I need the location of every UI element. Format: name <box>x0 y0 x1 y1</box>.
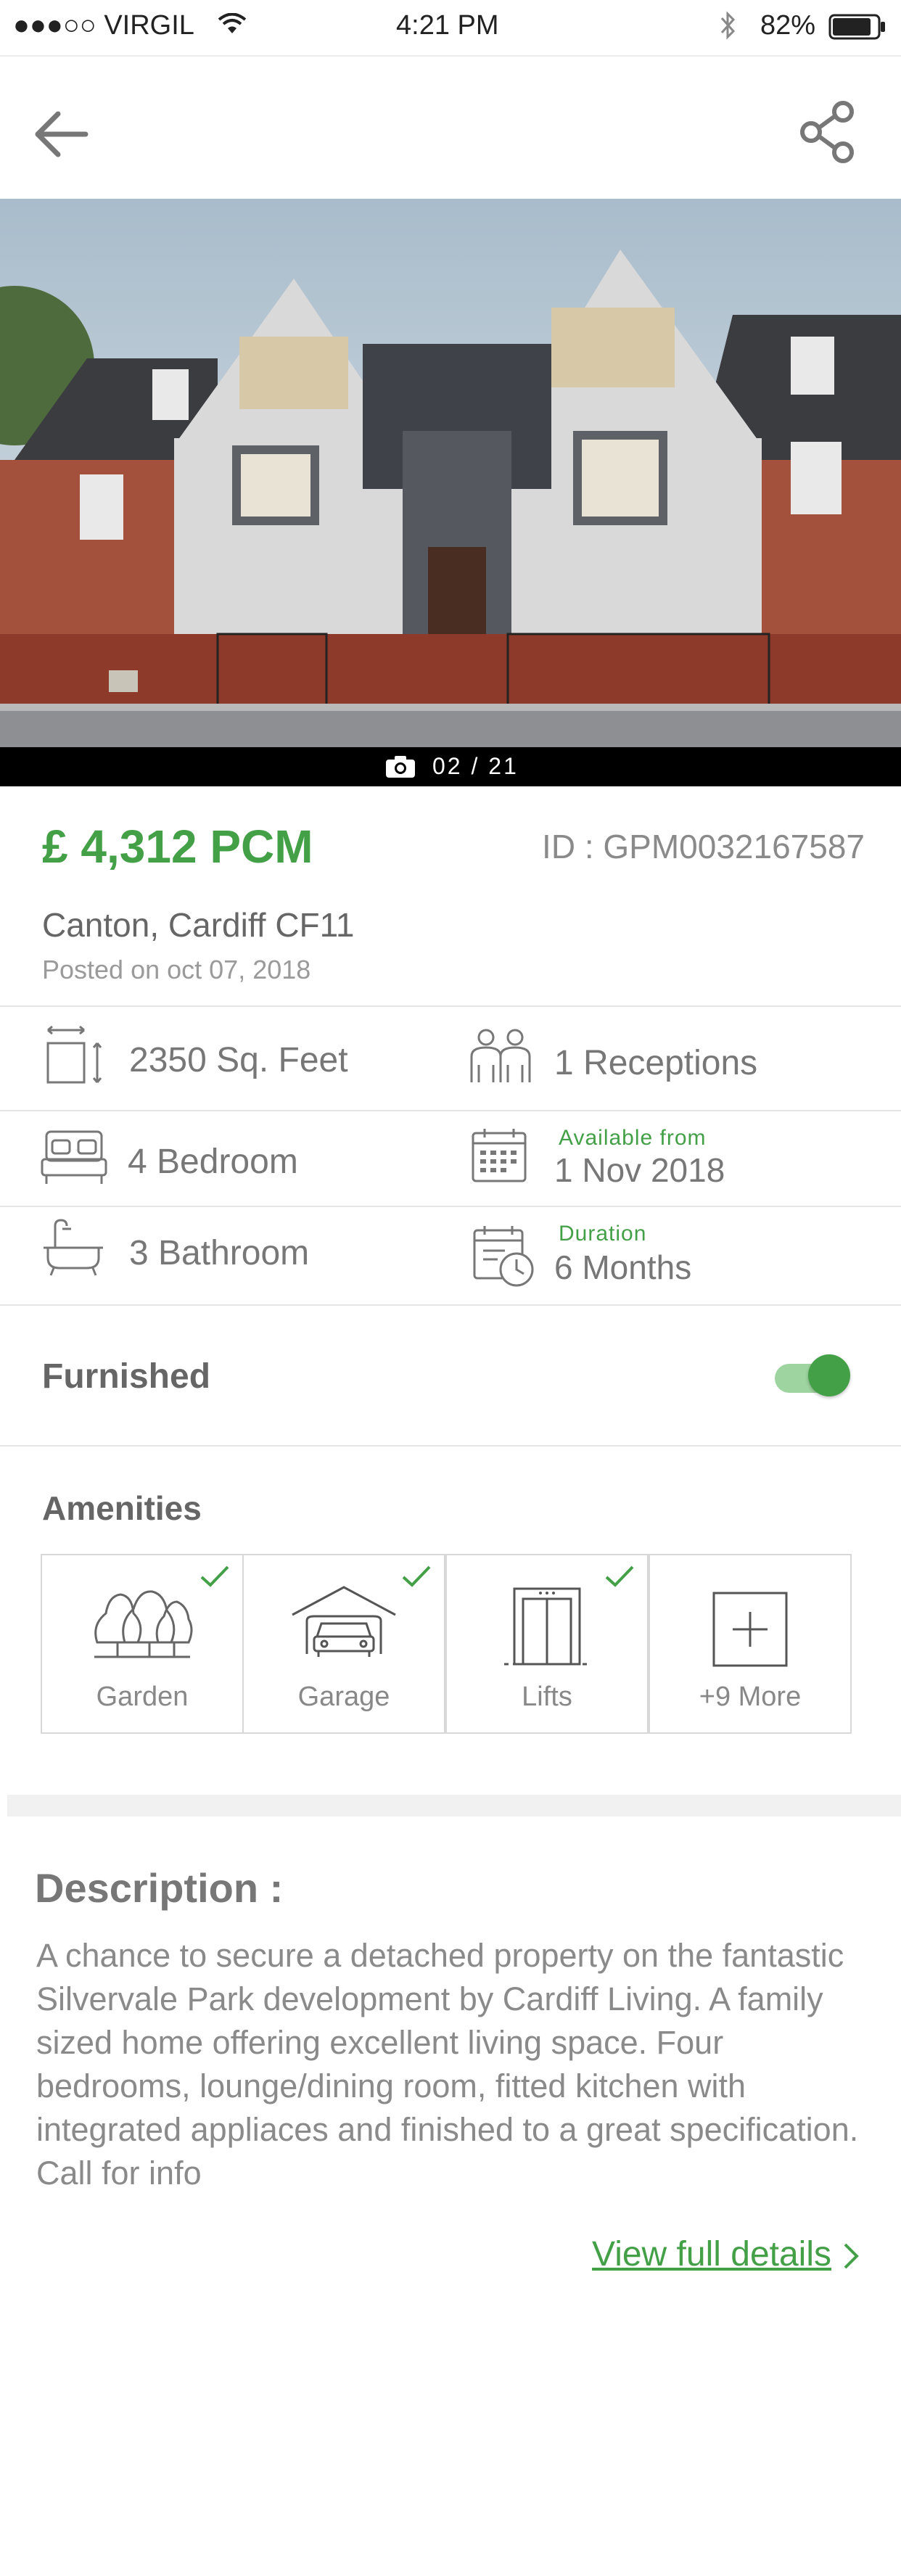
amenity-garden[interactable]: Garden <box>41 1554 244 1734</box>
battery-percent: 82% <box>760 10 816 41</box>
posted-date: Posted on oct 07, 2018 <box>42 955 311 984</box>
divider <box>0 1110 901 1111</box>
area-icon <box>42 1023 107 1088</box>
check-icon <box>400 1564 432 1592</box>
plus-icon <box>712 1592 788 1671</box>
check-icon <box>199 1564 231 1592</box>
battery-icon <box>828 13 886 44</box>
address: Canton, Cardiff CF11 <box>42 906 355 944</box>
bathtub-icon <box>41 1219 106 1277</box>
amenity-lifts[interactable]: Lifts <box>445 1554 649 1734</box>
duration-label: Duration <box>559 1222 647 1246</box>
property-id: ID : GPM0032167587 <box>542 828 865 865</box>
garden-icon <box>91 1584 193 1668</box>
area-value: 2350 Sq. Feet <box>129 1041 348 1079</box>
description-body: A chance to secure a detached property o… <box>36 1937 859 2192</box>
amenity-garage[interactable]: Garage <box>242 1554 445 1734</box>
amenity-label: +9 More <box>699 1682 802 1712</box>
back-button[interactable] <box>29 102 94 167</box>
amenity-label: Garage <box>297 1682 390 1712</box>
status-bar: ●●●○○ VIRGIL 4:21 PM 82% <box>0 0 901 57</box>
clock: 4:21 PM <box>396 10 499 41</box>
amenities-title: Amenities <box>42 1489 202 1527</box>
photo-counter-bar: 02 / 21 <box>0 747 901 786</box>
available-value: 1 Nov 2018 <box>554 1151 725 1189</box>
duration-icon <box>472 1223 537 1288</box>
check-icon <box>604 1564 635 1592</box>
wifi-icon <box>218 12 247 40</box>
divider <box>0 1304 901 1306</box>
divider <box>0 1206 901 1207</box>
lift-icon <box>500 1584 594 1675</box>
furnished-toggle-knob[interactable] <box>808 1354 850 1396</box>
receptions-value: 1 Receptions <box>554 1044 758 1082</box>
available-label: Available from <box>559 1126 707 1150</box>
duration-value: 6 Months <box>554 1248 692 1286</box>
bluetooth-icon <box>720 10 736 44</box>
calendar-icon <box>470 1126 528 1184</box>
description-title: Description : <box>35 1865 284 1911</box>
amenity-label: Lifts <box>522 1682 572 1712</box>
bathrooms-value: 3 Bathroom <box>129 1234 310 1272</box>
chevron-right-icon[interactable] <box>842 2242 860 2274</box>
divider <box>0 1005 901 1007</box>
camera-icon <box>384 754 416 783</box>
carrier-label: ●●●○○ VIRGIL <box>13 10 194 41</box>
view-full-details-link[interactable]: View full details <box>592 2234 831 2274</box>
share-button[interactable] <box>794 96 866 168</box>
share-icon <box>794 101 866 171</box>
section-divider <box>7 1795 901 1816</box>
amenity-label: Garden <box>96 1682 189 1712</box>
bed-icon <box>39 1126 109 1187</box>
photo-counter: 02 / 21 <box>432 753 519 779</box>
property-photo[interactable] <box>0 199 901 786</box>
amenity-more[interactable]: +9 More <box>649 1554 852 1734</box>
divider <box>0 1445 901 1447</box>
garage-icon <box>289 1584 398 1668</box>
receptions-icon <box>464 1024 537 1090</box>
arrow-left-icon <box>29 111 94 170</box>
furnished-label: Furnished <box>42 1357 211 1396</box>
bedrooms-value: 4 Bedroom <box>128 1143 298 1181</box>
price: £ 4,312 PCM <box>42 820 313 873</box>
